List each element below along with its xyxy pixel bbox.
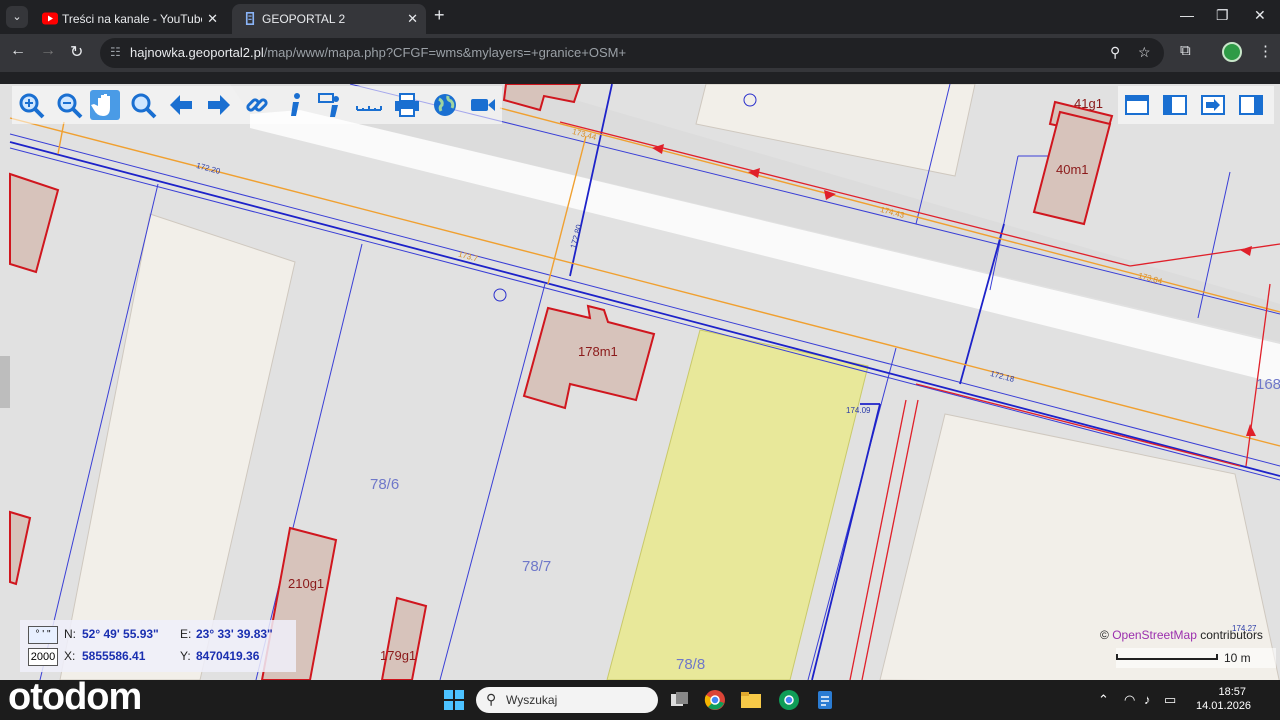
building-label: 41g1 xyxy=(1074,96,1103,111)
tab-search-button[interactable]: ⌄ xyxy=(6,6,28,28)
back-icon[interactable]: ← xyxy=(10,42,26,60)
query-info-icon[interactable] xyxy=(316,90,346,120)
pan-hand-icon[interactable] xyxy=(90,90,120,120)
reload-icon[interactable]: ↻ xyxy=(70,42,83,62)
close-window-icon[interactable]: ✕ xyxy=(1254,7,1266,24)
forward-arrow-icon[interactable] xyxy=(204,90,234,120)
geoportal-icon xyxy=(245,12,255,25)
n-label: N: xyxy=(64,627,76,641)
coordinates-panel: ° ' " 2000 N: 52° 49' 55.93" E: 23° 33' … xyxy=(20,620,296,672)
scale-line xyxy=(1116,654,1218,660)
taskbar-search[interactable]: ⚲ Wyszukaj xyxy=(476,687,658,713)
minimize-icon[interactable]: — xyxy=(1180,7,1194,23)
y-label: Y: xyxy=(180,649,191,663)
restore-icon[interactable]: ❐ xyxy=(1216,7,1229,24)
tab-strip: ⌄ Treści na kanale - YouTube Stud ✕ GEOP… xyxy=(0,0,1280,34)
map-toolbar xyxy=(12,86,502,124)
info-icon[interactable] xyxy=(280,90,310,120)
building-label: 178m1 xyxy=(578,344,618,359)
e-value: 23° 33' 39.83" xyxy=(196,627,273,641)
x-value: 5855586.41 xyxy=(82,649,146,663)
link-icon[interactable] xyxy=(242,90,272,120)
zoom-out-icon[interactable] xyxy=(54,90,84,120)
chrome-icon[interactable] xyxy=(704,689,726,711)
tab-geoportal[interactable]: GEOPORTAL 2 ✕ xyxy=(232,4,426,34)
close-tab-icon[interactable]: ✕ xyxy=(407,11,418,27)
layout-left-icon[interactable] xyxy=(1160,90,1190,120)
video-camera-icon[interactable] xyxy=(468,90,498,120)
url-text[interactable]: hajnowka.geoportal2.pl/map/www/mapa.php?… xyxy=(130,45,626,60)
building-label: 210g1 xyxy=(288,576,325,591)
x-label: X: xyxy=(64,649,76,663)
close-tab-icon[interactable]: ✕ xyxy=(207,11,218,27)
document-app-icon[interactable] xyxy=(814,689,836,711)
volume-icon[interactable]: ♪ xyxy=(1144,692,1151,707)
e-label: E: xyxy=(180,627,192,641)
address-bar[interactable]: ☷ hajnowka.geoportal2.pl/map/www/mapa.ph… xyxy=(100,38,1164,68)
layout-right-icon[interactable] xyxy=(1236,90,1266,120)
tab-youtube-studio[interactable]: Treści na kanale - YouTube Stud ✕ xyxy=(32,4,226,34)
taskbar: otodom ⚲ Wyszukaj ⌃ ◠ ♪ ▭ 18:57 14.01.20… xyxy=(0,676,1280,720)
battery-icon[interactable]: ▭ xyxy=(1164,692,1176,708)
menu-icon[interactable]: ⋮ xyxy=(1258,42,1273,60)
parcel-label: 78/8 xyxy=(676,656,706,673)
map-attribution: © OpenStreetMap contributors xyxy=(1100,628,1263,642)
scale-label: 10 m xyxy=(1224,651,1251,665)
parcel-label: 78/7 xyxy=(522,558,552,575)
zoom-extent-icon[interactable] xyxy=(128,90,158,120)
search-icon: ⚲ xyxy=(486,691,497,707)
forward-icon[interactable]: → xyxy=(40,42,56,60)
zoom-in-icon[interactable] xyxy=(16,90,46,120)
scale-bar: 10 m xyxy=(1116,648,1276,668)
windows-start-icon[interactable] xyxy=(444,690,464,710)
map-panel-toolbar xyxy=(1118,86,1274,124)
building-label: 179g1 xyxy=(380,648,417,663)
osm-link[interactable]: OpenStreetMap xyxy=(1112,628,1197,642)
system-clock[interactable]: 18:57 14.01.2026 xyxy=(1196,685,1251,713)
tab-title: Treści na kanale - YouTube Stud xyxy=(62,12,202,26)
site-info-icon[interactable]: ☷ xyxy=(110,45,121,59)
left-panel-handle[interactable] xyxy=(0,356,10,408)
coord-format-button[interactable]: ° ' " xyxy=(28,626,58,644)
measure-ruler-icon[interactable] xyxy=(354,90,384,120)
youtube-icon xyxy=(42,12,58,25)
wifi-icon[interactable]: ◠ xyxy=(1124,692,1135,708)
search-placeholder: Wyszukaj xyxy=(506,693,558,707)
file-explorer-icon[interactable] xyxy=(740,689,762,711)
epsg-button[interactable]: 2000 xyxy=(28,648,58,666)
print-icon[interactable] xyxy=(392,90,422,120)
task-view-icon[interactable] xyxy=(668,689,690,711)
chrome-active-icon[interactable] xyxy=(778,689,800,711)
export-icon[interactable] xyxy=(1198,90,1228,120)
otodom-logo: otodom xyxy=(8,676,142,718)
browser-toolbar: ← → ↻ ☷ hajnowka.geoportal2.pl/map/www/m… xyxy=(0,34,1280,72)
back-arrow-icon[interactable] xyxy=(166,90,196,120)
tray-overflow-icon[interactable]: ⌃ xyxy=(1098,692,1109,708)
new-tab-icon[interactable]: + xyxy=(434,5,445,26)
globe-icon[interactable] xyxy=(430,90,460,120)
extensions-icon[interactable]: ⧉ xyxy=(1180,42,1191,59)
layout-top-icon[interactable] xyxy=(1122,90,1152,120)
parcel-label: 78/6 xyxy=(370,476,400,493)
zoom-icon[interactable]: ⚲ xyxy=(1110,44,1120,61)
map-canvas[interactable]: 41g1 40m1 178m1 210g1 179g1 78/6 78/7 78… xyxy=(0,84,1280,680)
tab-title: GEOPORTAL 2 xyxy=(262,12,346,26)
measurement-label: 174.09 xyxy=(846,406,871,415)
profile-avatar[interactable] xyxy=(1222,42,1242,62)
bookmark-star-icon[interactable]: ☆ xyxy=(1138,44,1151,61)
y-value: 8470419.36 xyxy=(196,649,260,663)
n-value: 52° 49' 55.93" xyxy=(82,627,159,641)
building-label: 40m1 xyxy=(1056,162,1089,177)
parcel-label: 168/ xyxy=(1256,376,1280,393)
